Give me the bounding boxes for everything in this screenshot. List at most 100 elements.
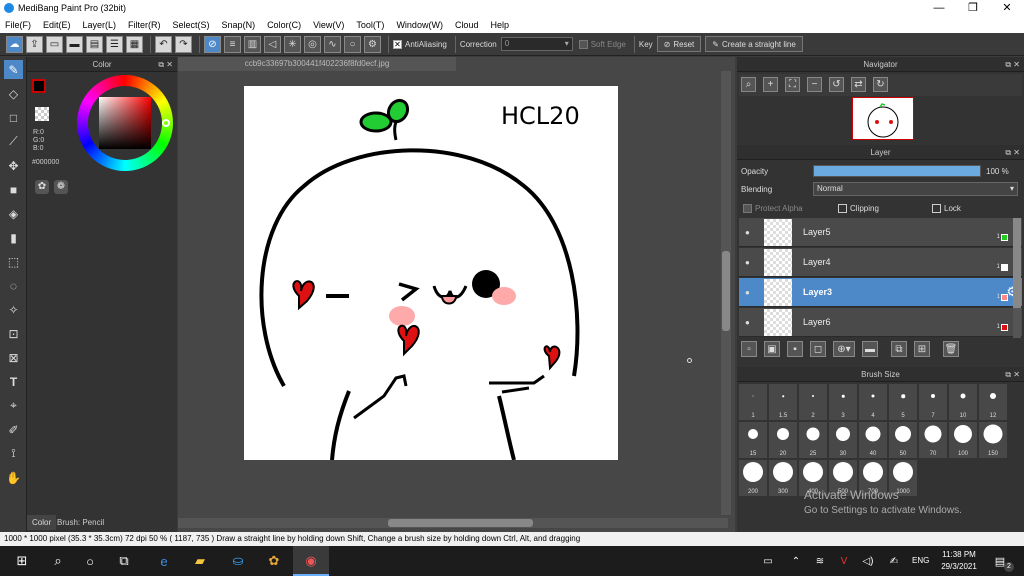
snap-concentric-icon[interactable]: ◎: [304, 35, 321, 53]
antivirus-icon[interactable]: V: [834, 551, 854, 571]
snap-circle-icon[interactable]: ○: [344, 35, 361, 53]
visibility-icon[interactable]: ●: [745, 228, 750, 237]
brush-tool-icon[interactable]: ✎: [4, 60, 23, 79]
move-tool-icon[interactable]: ✥: [4, 156, 23, 175]
correction-select[interactable]: 0: [500, 37, 573, 51]
pen-icon[interactable]: ✍: [884, 551, 904, 571]
soft-edge-checkbox[interactable]: [578, 39, 588, 49]
brush-size-option[interactable]: 2: [799, 384, 827, 420]
palette-settings-icon[interactable]: ❁: [54, 180, 68, 194]
snap-grid-icon[interactable]: ▥: [244, 35, 261, 53]
tab-brush[interactable]: Brush: Pencil: [54, 515, 107, 530]
panel-controls-icon[interactable]: ⧉ ✕: [1005, 57, 1020, 72]
wifi-icon[interactable]: ≋: [810, 551, 830, 571]
rotate-right-icon[interactable]: ↻: [873, 77, 888, 92]
hand-tool-icon[interactable]: ✋: [4, 468, 23, 487]
hue-handle[interactable]: [162, 119, 170, 127]
saturation-value-square[interactable]: [99, 97, 151, 149]
text-tool-icon[interactable]: T: [4, 372, 23, 391]
file-explorer-icon[interactable]: ▰: [190, 551, 210, 571]
bucket-tool-icon[interactable]: ◈: [4, 204, 23, 223]
new-layer-icon[interactable]: ▫: [741, 341, 757, 357]
menu-window[interactable]: Window(W): [396, 20, 443, 30]
layer-row[interactable]: ● Layer4 1: [739, 248, 1022, 277]
volume-icon[interactable]: ◁): [858, 551, 878, 571]
brush-size-option[interactable]: 10: [949, 384, 977, 420]
redo-icon[interactable]: ↷: [175, 35, 192, 53]
brush-size-option[interactable]: 70: [919, 422, 947, 458]
layer-row[interactable]: ● Layer5 1: [739, 218, 1022, 247]
layer-row[interactable]: ● Layer6 1: [739, 308, 1022, 337]
panel-controls-icon[interactable]: ⧉ ✕: [158, 57, 173, 72]
select-pen-tool-icon[interactable]: ⊡: [4, 324, 23, 343]
document-tab[interactable]: ccb9c33697b300441f402236f8fd0ecf.jpg: [178, 57, 456, 71]
brush-size-option[interactable]: 100: [949, 422, 977, 458]
brush-size-option[interactable]: 3: [829, 384, 857, 420]
rotate-left-icon[interactable]: ↺: [829, 77, 844, 92]
search-icon[interactable]: ⌕: [48, 551, 68, 571]
menu-file[interactable]: File(F): [5, 20, 31, 30]
new-1bit-layer-icon[interactable]: ◻: [810, 341, 826, 357]
fill-rect-tool-icon[interactable]: ■: [4, 180, 23, 199]
people-icon[interactable]: ▭: [758, 551, 778, 571]
trash-icon[interactable]: 🗑: [943, 341, 959, 357]
eyedropper-tool-icon[interactable]: ⟟: [4, 444, 23, 463]
menu-color[interactable]: Color(C): [267, 20, 301, 30]
brush-size-option[interactable]: 4: [859, 384, 887, 420]
maximize-button[interactable]: ❐: [956, 0, 990, 17]
brush-size-option[interactable]: 25: [799, 422, 827, 458]
layer-row-selected[interactable]: ● Layer3 1 ⚙: [739, 278, 1022, 307]
brush-size-option[interactable]: 5: [889, 384, 917, 420]
brush-size-option[interactable]: 1.5: [769, 384, 797, 420]
eraser-tool-icon[interactable]: ◇: [4, 84, 23, 103]
brush-size-option[interactable]: 300: [769, 460, 797, 496]
new-8bit-layer-icon[interactable]: ▪: [787, 341, 803, 357]
brush-size-option[interactable]: 40: [859, 422, 887, 458]
brush-size-option[interactable]: 30: [829, 422, 857, 458]
windows-start-icon[interactable]: ⊞: [12, 551, 32, 571]
menu-snap[interactable]: Snap(N): [222, 20, 256, 30]
palette-icon[interactable]: ✿: [35, 180, 49, 194]
brush-size-option[interactable]: 20: [769, 422, 797, 458]
gradient-tool-icon[interactable]: ▮: [4, 228, 23, 247]
straight-line-button[interactable]: ✎ Create a straight line: [705, 36, 803, 52]
menu-cloud[interactable]: Cloud: [455, 20, 479, 30]
panel-controls-icon[interactable]: ⧉ ✕: [1005, 367, 1020, 382]
antialiasing-checkbox[interactable]: ✕: [393, 39, 402, 49]
opacity-slider[interactable]: [813, 165, 981, 177]
cloud-icon[interactable]: ☁: [6, 35, 23, 53]
magic-wand-tool-icon[interactable]: ✧: [4, 300, 23, 319]
snap-radial-icon[interactable]: ✳: [284, 35, 301, 53]
flip-icon[interactable]: ⇄: [851, 77, 866, 92]
cortana-icon[interactable]: ○: [80, 551, 100, 571]
lock-checkbox[interactable]: [932, 204, 941, 213]
menu-layer[interactable]: Layer(L): [83, 20, 117, 30]
zoom-fit-icon[interactable]: ⌕: [741, 77, 756, 92]
snap-off-icon[interactable]: ⊘: [204, 35, 221, 53]
menu-select[interactable]: Select(S): [173, 20, 210, 30]
show-hidden-icons-icon[interactable]: ⌃: [786, 551, 806, 571]
visibility-icon[interactable]: ●: [745, 258, 750, 267]
protect-alpha-checkbox[interactable]: [743, 204, 752, 213]
lasso-tool-icon[interactable]: ◌: [4, 276, 23, 295]
menu-tool[interactable]: Tool(T): [356, 20, 384, 30]
brush-size-option[interactable]: 200: [739, 460, 767, 496]
foreground-color-swatch[interactable]: [32, 79, 46, 93]
list-icon[interactable]: ☰: [106, 35, 123, 53]
folder-icon[interactable]: ▬: [862, 341, 878, 357]
panel-controls-icon[interactable]: ⧉ ✕: [1005, 145, 1020, 160]
clipping-checkbox[interactable]: [838, 204, 847, 213]
close-button[interactable]: ✕: [990, 0, 1024, 17]
tab-color[interactable]: Color: [27, 515, 57, 530]
snap-settings-icon[interactable]: ⚙: [364, 35, 381, 53]
divide-tool-icon[interactable]: ✐: [4, 420, 23, 439]
undo-icon[interactable]: ↶: [155, 35, 172, 53]
select-eraser-tool-icon[interactable]: ⊠: [4, 348, 23, 367]
share-icon[interactable]: ⇪: [26, 35, 43, 53]
layer-scrollbar[interactable]: [1013, 218, 1021, 338]
merge-layer-icon[interactable]: ⊞: [914, 341, 930, 357]
zoom-in-icon[interactable]: +: [763, 77, 778, 92]
add-layer-menu-icon[interactable]: ⊕▾: [833, 341, 855, 357]
menu-filter[interactable]: Filter(R): [128, 20, 161, 30]
visibility-icon[interactable]: ●: [745, 288, 750, 297]
